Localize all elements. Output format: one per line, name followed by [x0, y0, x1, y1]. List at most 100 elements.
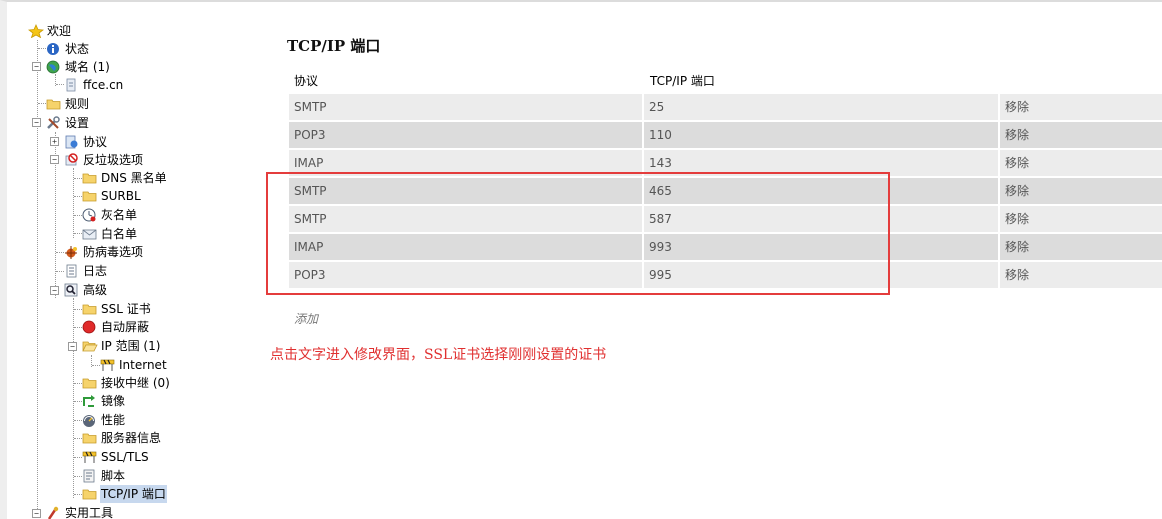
tree-node-advanced[interactable]: 高级 [64, 281, 108, 299]
tree-line [37, 40, 38, 515]
tree-line [74, 383, 82, 384]
tree-line [73, 298, 74, 498]
tree-line [92, 365, 100, 366]
tree-line [74, 196, 82, 197]
port-cell[interactable]: 110 [644, 122, 998, 148]
remove-link[interactable]: 移除 [1000, 150, 1162, 176]
tree-node-domain-ffce[interactable]: ffce.cn [64, 76, 124, 94]
tree-line [56, 252, 64, 253]
folder-icon [82, 376, 98, 390]
folder-icon [82, 487, 98, 501]
expander-minus[interactable]: − [50, 286, 59, 295]
tools-icon [46, 116, 62, 130]
table-row[interactable]: SMTP 25 移除 [289, 94, 1162, 120]
barrier-icon [82, 450, 98, 464]
tree-node-surbl[interactable]: SURBL [82, 187, 142, 205]
script-icon [82, 469, 98, 483]
protocol-cell[interactable]: SMTP [289, 94, 642, 120]
remove-link[interactable]: 移除 [1000, 178, 1162, 204]
remove-link[interactable]: 移除 [1000, 206, 1162, 232]
expander-minus[interactable]: − [50, 155, 59, 164]
folder-icon [82, 189, 98, 203]
expander-plus[interactable]: + [50, 137, 59, 146]
magnifier-icon [64, 283, 80, 297]
tree-node-ssl-cert[interactable]: SSL 证书 [82, 300, 152, 318]
gauge-icon [82, 413, 98, 427]
tree-line [74, 178, 82, 179]
tree-node-logs[interactable]: 日志 [64, 262, 108, 280]
tree-node-whitelist[interactable]: 白名单 [82, 225, 138, 243]
navigation-tree: − − + − − − − 欢迎 状态 域名 (1) ffce.cn 规则 设置… [0, 0, 260, 519]
clock-icon [82, 208, 98, 222]
mail-icon [82, 227, 98, 241]
globe-icon [46, 60, 62, 74]
remove-link[interactable]: 移除 [1000, 262, 1162, 288]
port-cell[interactable]: 25 [644, 94, 998, 120]
tree-node-auto-ban[interactable]: 自动屏蔽 [82, 318, 150, 336]
tree-line [74, 309, 82, 310]
tree-node-antispam[interactable]: 反垃圾选项 [64, 151, 144, 169]
info-icon [46, 42, 62, 56]
tree-node-antivirus[interactable]: 防病毒选项 [64, 243, 144, 261]
expander-minus[interactable]: − [32, 509, 41, 518]
tree-node-protocols[interactable]: 协议 [64, 133, 108, 151]
column-header-port: TCP/IP 端口 [650, 74, 715, 88]
tree-line [74, 494, 82, 495]
expander-minus[interactable]: − [32, 62, 41, 71]
utilities-icon [46, 506, 62, 519]
protocol-icon [64, 135, 80, 149]
remove-link[interactable]: 移除 [1000, 122, 1162, 148]
remove-link[interactable]: 移除 [1000, 94, 1162, 120]
tree-node-dns-blacklist[interactable]: DNS 黑名单 [82, 169, 168, 187]
tree-node-settings[interactable]: 设置 [46, 114, 90, 132]
folder-icon [82, 171, 98, 185]
tree-line [56, 84, 64, 85]
log-icon [64, 264, 80, 278]
tree-line [74, 215, 82, 216]
tree-line [38, 48, 46, 49]
annotation-highlight-box [266, 172, 890, 295]
folder-icon [82, 431, 98, 445]
folder-icon [82, 302, 98, 316]
table-row[interactable]: POP3 110 移除 [289, 122, 1162, 148]
tree-line [74, 420, 82, 421]
folder-icon [46, 97, 62, 111]
page-title: TCP/IP 端口 [287, 37, 381, 55]
folder-open-icon [82, 339, 98, 353]
tree-line [74, 401, 82, 402]
expander-minus[interactable]: − [68, 342, 77, 351]
annotation-text: 点击文字进入修改界面，SSL证书选择刚刚设置的证书 [270, 347, 607, 363]
tree-line [74, 438, 82, 439]
tree-node-ip-ranges[interactable]: IP 范围 (1) [82, 337, 161, 355]
no-spam-icon [64, 153, 80, 167]
tree-node-tcpip-ports[interactable]: TCP/IP 端口 [82, 485, 167, 503]
tree-line [74, 476, 82, 477]
tree-line [38, 103, 46, 104]
tree-node-status[interactable]: 状态 [46, 40, 90, 58]
tree-node-performance[interactable]: 性能 [82, 411, 126, 429]
document-icon [64, 78, 80, 92]
column-header-protocol: 协议 [294, 74, 319, 88]
barrier-icon [100, 358, 116, 372]
star-icon [28, 24, 44, 38]
tree-node-internet[interactable]: Internet [100, 356, 168, 374]
tree-node-rules[interactable]: 规则 [46, 95, 90, 113]
tree-node-welcome[interactable]: 欢迎 [28, 22, 72, 40]
expander-minus[interactable]: − [32, 118, 41, 127]
add-link[interactable]: 添加 [294, 310, 318, 327]
tree-line [74, 457, 82, 458]
remove-link[interactable]: 移除 [1000, 234, 1162, 260]
protocol-cell[interactable]: POP3 [289, 122, 642, 148]
tree-node-utilities[interactable]: 实用工具 [46, 504, 114, 519]
tree-node-server-info[interactable]: 服务器信息 [82, 429, 162, 447]
arrows-icon [82, 394, 98, 408]
tree-node-scripts[interactable]: 脚本 [82, 467, 126, 485]
stop-icon [82, 320, 98, 334]
tree-node-domains[interactable]: 域名 (1) [46, 58, 111, 76]
virus-icon [64, 245, 80, 259]
tree-node-mirror[interactable]: 镜像 [82, 392, 126, 410]
tree-node-greylist[interactable]: 灰名单 [82, 206, 138, 224]
tree-node-relay[interactable]: 接收中继 (0) [82, 374, 171, 392]
tree-line [56, 271, 64, 272]
tree-node-ssl-tls[interactable]: SSL/TLS [82, 448, 150, 466]
